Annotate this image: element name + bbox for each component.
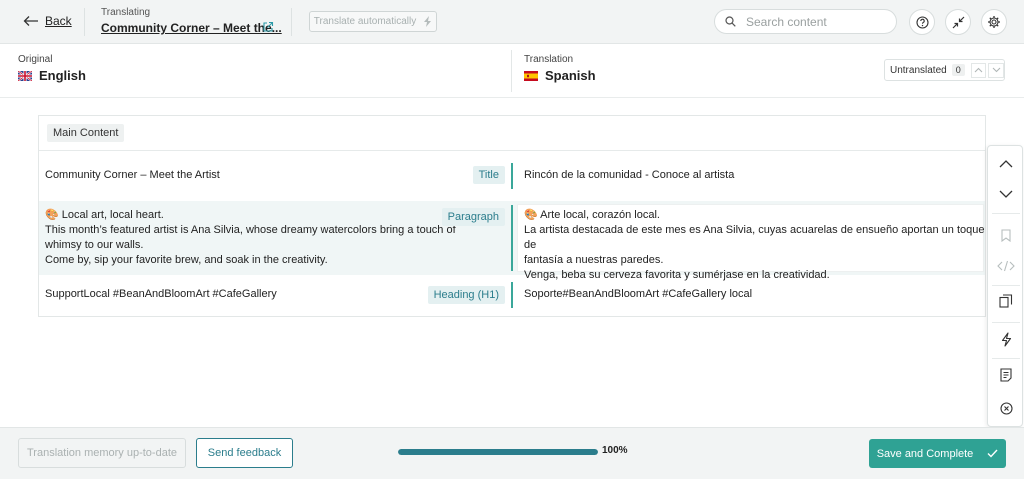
- source-line: Come by, sip your favorite brew, and soa…: [45, 254, 328, 266]
- target-paragraph[interactable]: 🎨 Arte local, corazón local. La artista …: [524, 208, 985, 283]
- next-untranslated-button[interactable]: [988, 62, 1004, 78]
- next-field-button[interactable]: [993, 181, 1019, 207]
- top-header: Back Translating Community Corner – Meet…: [0, 0, 1024, 44]
- lightning-icon: [1001, 331, 1011, 347]
- row-status-bar: [511, 205, 513, 271]
- chevron-down-icon: [992, 67, 1001, 73]
- field-type-tag: Heading (H1): [427, 286, 505, 304]
- language-divider: [511, 50, 512, 92]
- source-line: 🎨 Local art, local heart.: [45, 209, 164, 221]
- target-language-name: Spanish: [545, 68, 596, 83]
- source-paragraph: 🎨 Local art, local heart. This month’s f…: [45, 208, 456, 268]
- translate-automatically-button[interactable]: Translate automatically: [309, 11, 437, 32]
- previous-field-button[interactable]: [993, 151, 1019, 177]
- header-divider: [291, 8, 292, 36]
- source-line: whimsy to our walls.: [45, 239, 144, 251]
- chevron-up-icon: [974, 67, 983, 73]
- back-link[interactable]: Back: [23, 14, 72, 28]
- translate-automatically-label: Translate automatically: [313, 16, 417, 27]
- header-divider: [84, 8, 85, 36]
- translation-memory-button[interactable]: Translation memory up-to-date: [18, 438, 186, 468]
- arrow-left-icon: [23, 16, 38, 26]
- auto-translate-field-button[interactable]: [993, 326, 1019, 352]
- row-status-bar: [511, 163, 513, 189]
- search-icon: [725, 16, 736, 27]
- help-icon: [915, 15, 929, 29]
- target-language: Spanish: [524, 68, 596, 83]
- send-feedback-button[interactable]: Send feedback: [196, 438, 293, 468]
- help-button[interactable]: [909, 9, 935, 35]
- target-text[interactable]: Rincón de la comunidad - Conoce al artis…: [524, 168, 734, 183]
- target-line: 🎨 Arte local, corazón local.: [524, 209, 660, 221]
- content-panel: Main Content Community Corner – Meet the…: [38, 115, 986, 317]
- progress-percent: 100%: [602, 445, 628, 456]
- spain-flag-icon: [524, 70, 538, 81]
- untranslated-count: 0: [951, 64, 965, 76]
- rail-divider: [992, 322, 1020, 323]
- notes-icon: [1000, 368, 1012, 382]
- target-heading: Translation: [524, 54, 574, 65]
- chevron-up-icon: [999, 160, 1013, 168]
- source-language: English: [18, 68, 86, 83]
- save-and-complete-button[interactable]: Save and Complete: [869, 439, 1006, 468]
- settings-button[interactable]: [981, 9, 1007, 35]
- collapse-icon: [952, 16, 964, 28]
- tool-rail: [987, 145, 1023, 427]
- chevron-down-icon: [999, 190, 1013, 198]
- target-text[interactable]: Soporte#BeanAndBloomArt #CafeGallery loc…: [524, 287, 752, 302]
- code-icon: [997, 260, 1015, 272]
- close-circle-icon: [999, 401, 1013, 415]
- gear-icon: [988, 16, 1000, 28]
- source-text: Community Corner – Meet the Artist: [45, 169, 220, 181]
- code-button[interactable]: [993, 253, 1019, 279]
- bookmark-icon: [1001, 228, 1011, 242]
- untranslated-label: Untranslated: [890, 64, 947, 76]
- rail-divider: [992, 358, 1020, 359]
- source-heading: Original: [18, 54, 53, 65]
- collapse-button[interactable]: [945, 9, 971, 35]
- uk-flag-icon: [18, 70, 32, 81]
- field-type-tag: Title: [472, 166, 505, 184]
- bottom-footer: Translation memory up-to-date Send feedb…: [0, 427, 1024, 479]
- target-line: fantasía a nuestras paredes.: [524, 254, 664, 266]
- save-and-complete-label: Save and Complete: [876, 447, 974, 460]
- source-language-name: English: [39, 68, 86, 83]
- source-line: This month’s featured artist is Ana Silv…: [45, 224, 456, 236]
- translation-row-heading[interactable]: SupportLocal #BeanAndBloomArt #CafeGalle…: [39, 275, 985, 317]
- target-line: La artista destacada de este mes es Ana …: [524, 224, 985, 251]
- rail-divider: [992, 213, 1020, 214]
- bookmark-button[interactable]: [993, 222, 1019, 248]
- back-label: Back: [45, 14, 72, 28]
- search-box[interactable]: [714, 9, 897, 34]
- source-text: SupportLocal #BeanAndBloomArt #CafeGalle…: [45, 288, 277, 300]
- language-bar: Original English Translation Spanish Unt…: [0, 44, 1024, 98]
- notes-button[interactable]: [993, 362, 1019, 388]
- translation-row-title[interactable]: Community Corner – Meet the Artist Title…: [39, 151, 985, 201]
- copy-icon: [999, 294, 1013, 308]
- previous-untranslated-button[interactable]: [970, 62, 987, 78]
- clear-field-button[interactable]: [993, 395, 1019, 421]
- translation-row-paragraph[interactable]: 🎨 Local art, local heart. This month’s f…: [39, 201, 985, 281]
- field-type-tag: Paragraph: [441, 208, 505, 226]
- copy-source-button[interactable]: [993, 288, 1019, 314]
- untranslated-filter[interactable]: Untranslated 0: [884, 59, 1005, 81]
- lightning-icon: [424, 16, 432, 27]
- section-label: Main Content: [47, 124, 125, 142]
- search-input[interactable]: [746, 14, 886, 29]
- row-status-bar: [511, 282, 513, 308]
- progress-bar: [398, 449, 598, 455]
- rail-divider: [992, 285, 1020, 286]
- external-link-icon[interactable]: [262, 21, 274, 33]
- checkmark-icon: [987, 449, 998, 458]
- translating-label: Translating: [101, 7, 151, 18]
- progress-fill: [398, 449, 598, 455]
- entry-title-link[interactable]: Community Corner – Meet the...: [101, 21, 282, 35]
